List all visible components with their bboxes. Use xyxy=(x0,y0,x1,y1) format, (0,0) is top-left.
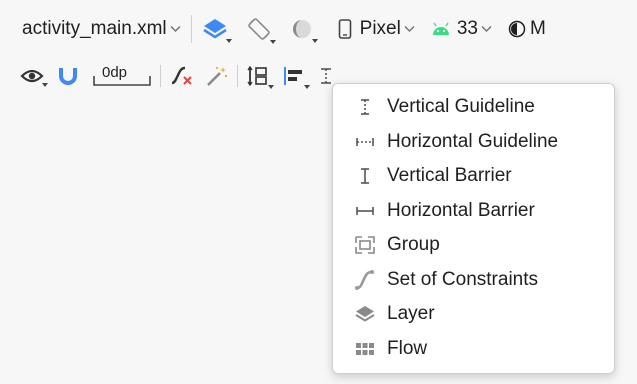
layers-icon xyxy=(202,19,227,39)
helpers-dropdown-menu: Vertical Guideline Horizontal Guideline … xyxy=(332,83,615,374)
vertical-guideline-icon xyxy=(361,99,369,116)
clear-constraints-button[interactable] xyxy=(169,65,195,87)
magnet-icon xyxy=(59,68,77,85)
device-name: Pixel xyxy=(359,18,401,39)
menu-item-label: Group xyxy=(387,234,440,256)
menu-item-vertical-guideline[interactable]: Vertical Guideline xyxy=(333,90,614,125)
horizontal-guideline-icon xyxy=(356,137,374,146)
phone-icon xyxy=(338,19,351,39)
api-level-selector[interactable]: 33 xyxy=(431,18,492,40)
menu-item-set-of-constraints[interactable]: Set of Constraints xyxy=(333,263,614,298)
menu-item-vertical-barrier[interactable]: Vertical Barrier xyxy=(333,159,614,194)
dropdown-corner-icon xyxy=(42,83,48,87)
chevron-down-icon xyxy=(170,26,181,32)
view-options-button[interactable] xyxy=(20,67,48,87)
night-mode-icon xyxy=(292,20,311,38)
toolbar-separator xyxy=(237,65,238,87)
menu-item-label: Vertical Barrier xyxy=(387,165,512,187)
menu-item-label: Vertical Guideline xyxy=(387,96,535,118)
theme-icon xyxy=(508,20,526,38)
toolbar-separator xyxy=(160,65,161,87)
menu-item-flow[interactable]: Flow xyxy=(333,332,614,367)
autoconnect-button[interactable] xyxy=(58,66,78,86)
api-level: 33 xyxy=(456,18,478,39)
design-surface-button[interactable] xyxy=(202,17,232,43)
dropdown-corner-icon xyxy=(225,39,232,43)
guideline-icon xyxy=(321,68,331,84)
flow-icon xyxy=(356,342,374,355)
dropdown-corner-icon xyxy=(269,40,276,44)
group-icon xyxy=(355,236,375,255)
design-toolbar: activity_main.xml Pixel 33 M xyxy=(0,0,637,58)
night-mode-button[interactable] xyxy=(290,17,318,43)
file-selector[interactable]: activity_main.xml xyxy=(22,18,181,40)
menu-item-layer[interactable]: Layer xyxy=(333,297,614,332)
align-button[interactable] xyxy=(282,65,310,89)
align-left-icon xyxy=(284,67,302,85)
menu-item-horizontal-barrier[interactable]: Horizontal Barrier xyxy=(333,194,614,229)
menu-item-group[interactable]: Group xyxy=(333,228,614,263)
add-helpers-button[interactable] xyxy=(318,66,334,86)
file-name: activity_main.xml xyxy=(22,18,167,39)
dropdown-corner-icon xyxy=(304,85,310,89)
horizontal-barrier-icon xyxy=(356,206,374,215)
eye-icon xyxy=(20,69,44,83)
dropdown-corner-icon xyxy=(268,85,274,89)
menu-item-horizontal-guideline[interactable]: Horizontal Guideline xyxy=(333,125,614,160)
menu-item-label: Horizontal Barrier xyxy=(387,199,535,221)
dropdown-corner-icon xyxy=(311,39,318,43)
pack-icon xyxy=(247,65,267,87)
chevron-down-icon xyxy=(481,26,492,32)
menu-item-label: Layer xyxy=(387,303,435,325)
chevron-down-icon xyxy=(404,26,415,32)
theme-selector[interactable]: M xyxy=(508,18,546,40)
infer-constraints-button[interactable] xyxy=(205,65,229,87)
default-margin-value: 0dp xyxy=(102,64,128,81)
layer-icon xyxy=(355,306,375,322)
rotate-screen-icon xyxy=(247,18,270,40)
pack-button[interactable] xyxy=(246,65,274,89)
android-icon xyxy=(432,22,449,35)
theme-name: M xyxy=(529,18,546,39)
orientation-button[interactable] xyxy=(246,16,276,44)
default-margin-button[interactable]: 0dp xyxy=(92,64,152,88)
constraint-set-icon xyxy=(355,269,374,290)
toolbar-separator xyxy=(190,15,192,43)
menu-item-label: Flow xyxy=(387,337,428,359)
clear-constraints-icon xyxy=(171,66,192,85)
menu-item-label: Horizontal Guideline xyxy=(387,130,559,152)
device-selector[interactable]: Pixel xyxy=(338,18,415,40)
magic-wand-icon xyxy=(207,66,228,86)
menu-item-label: Set of Constraints xyxy=(387,268,539,290)
vertical-barrier-icon xyxy=(361,168,369,185)
